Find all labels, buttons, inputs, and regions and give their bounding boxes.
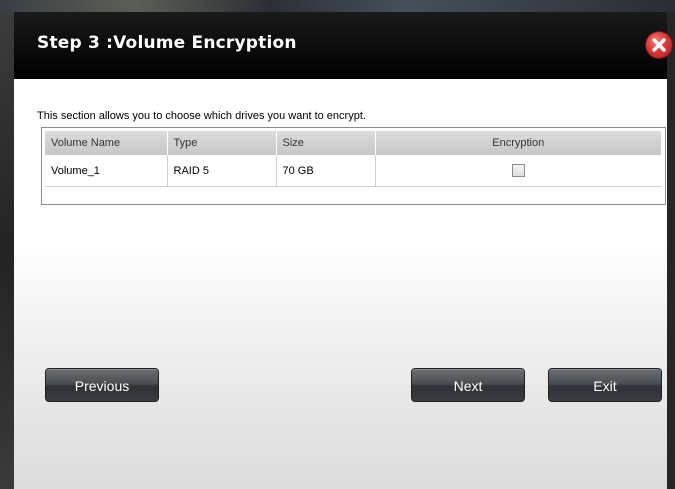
volume-table: Volume Name Type Size Encryption Volume_… — [41, 127, 666, 205]
next-button[interactable]: Next — [411, 368, 525, 402]
dialog-title: Step 3 :Volume Encryption — [37, 33, 297, 53]
cell-size: 70 GB — [276, 155, 376, 187]
column-header-encryption[interactable]: Encryption — [375, 131, 661, 155]
dialog-titlebar: Step 3 :Volume Encryption — [14, 12, 672, 79]
column-header-type[interactable]: Type — [167, 131, 277, 155]
cell-volume-name: Volume_1 — [45, 155, 168, 187]
previous-button[interactable]: Previous — [45, 368, 159, 402]
column-header-volume-name[interactable]: Volume Name — [45, 131, 168, 155]
intro-text: This section allows you to choose which … — [37, 110, 366, 122]
volume-encryption-dialog: Step 3 :Volume Encryption This section a… — [14, 12, 672, 489]
table-row[interactable]: Volume_1 RAID 5 70 GB — [45, 155, 661, 187]
exit-button[interactable]: Exit — [548, 368, 662, 402]
table-header-row: Volume Name Type Size Encryption — [45, 131, 661, 155]
dialog-content: This section allows you to choose which … — [14, 79, 667, 489]
close-button[interactable] — [646, 32, 672, 58]
encryption-checkbox[interactable] — [511, 164, 525, 177]
background-window-edge — [0, 12, 14, 489]
cell-encryption — [375, 155, 661, 187]
background-window-strip — [0, 0, 675, 12]
column-header-size[interactable]: Size — [276, 131, 376, 155]
close-icon — [652, 38, 666, 52]
background-window-edge-right — [667, 12, 675, 489]
cell-type: RAID 5 — [167, 155, 277, 187]
